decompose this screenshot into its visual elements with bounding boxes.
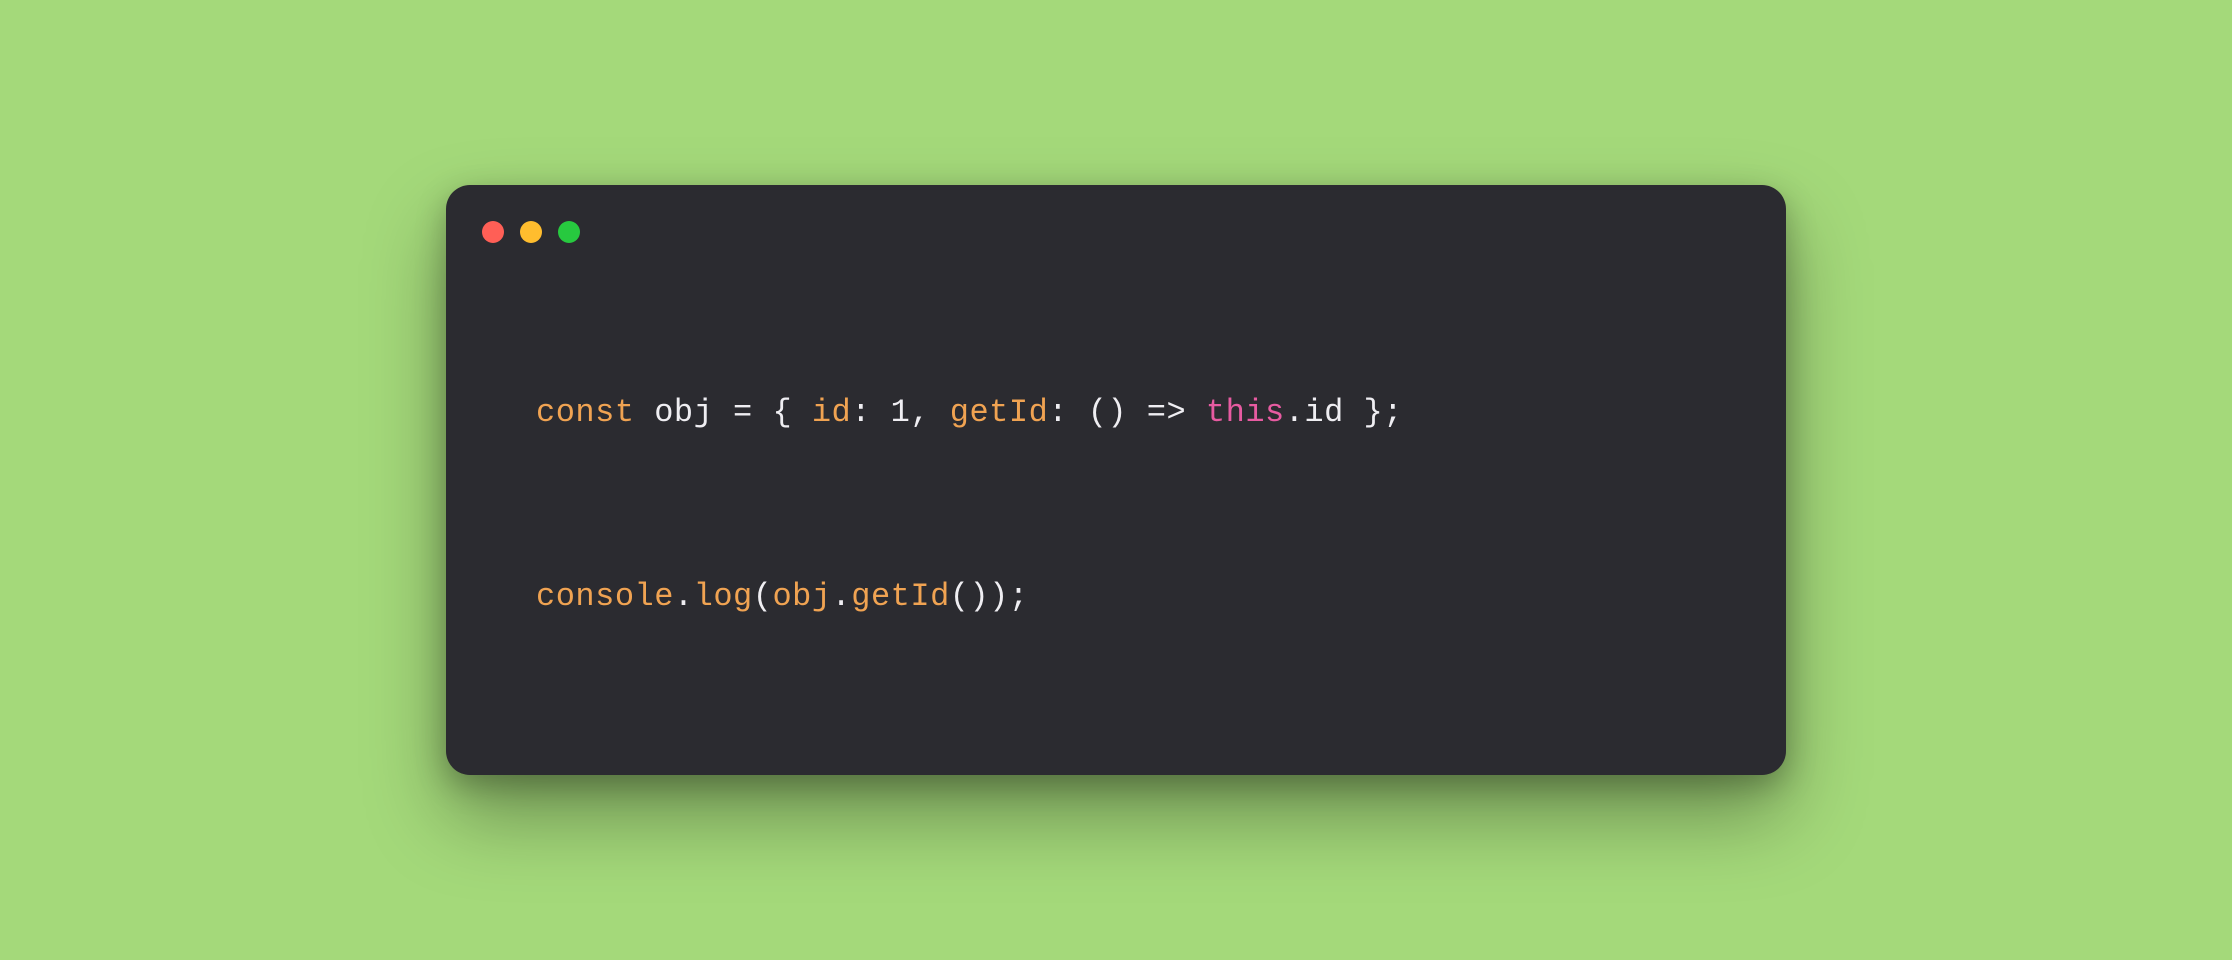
token-property: id: [812, 394, 851, 431]
close-icon[interactable]: [482, 221, 504, 243]
token-this: this: [1206, 394, 1285, 431]
token-console: console: [536, 578, 674, 615]
code-window: const obj = { id: 1, getId: () => this.i…: [446, 185, 1786, 775]
token-arrow: =>: [1147, 394, 1186, 431]
token-property: getId: [950, 394, 1049, 431]
token-method: getId: [851, 578, 950, 615]
token-dot: .: [832, 578, 852, 615]
token-ident: obj: [635, 394, 734, 431]
token-keyword: const: [536, 394, 635, 431]
token-punct: {: [753, 394, 812, 431]
token-number: 1: [891, 394, 911, 431]
token-punct: :: [851, 394, 890, 431]
minimize-icon[interactable]: [520, 221, 542, 243]
token-dot: .: [674, 578, 694, 615]
token-punct: .id };: [1285, 394, 1403, 431]
token-paren: (: [753, 578, 773, 615]
code-line-1: const obj = { id: 1, getId: () => this.i…: [536, 389, 1696, 437]
token-method: log: [694, 578, 753, 615]
token-object: obj: [772, 578, 831, 615]
token-operator: =: [733, 394, 753, 431]
token-paren: ());: [950, 578, 1029, 615]
token-punct: : (): [1048, 394, 1147, 431]
zoom-icon[interactable]: [558, 221, 580, 243]
code-block: const obj = { id: 1, getId: () => this.i…: [446, 263, 1786, 727]
token-space: [1186, 394, 1206, 431]
token-punct: ,: [910, 394, 949, 431]
window-titlebar: [446, 221, 1786, 263]
code-line-2: console.log(obj.getId());: [536, 573, 1696, 621]
